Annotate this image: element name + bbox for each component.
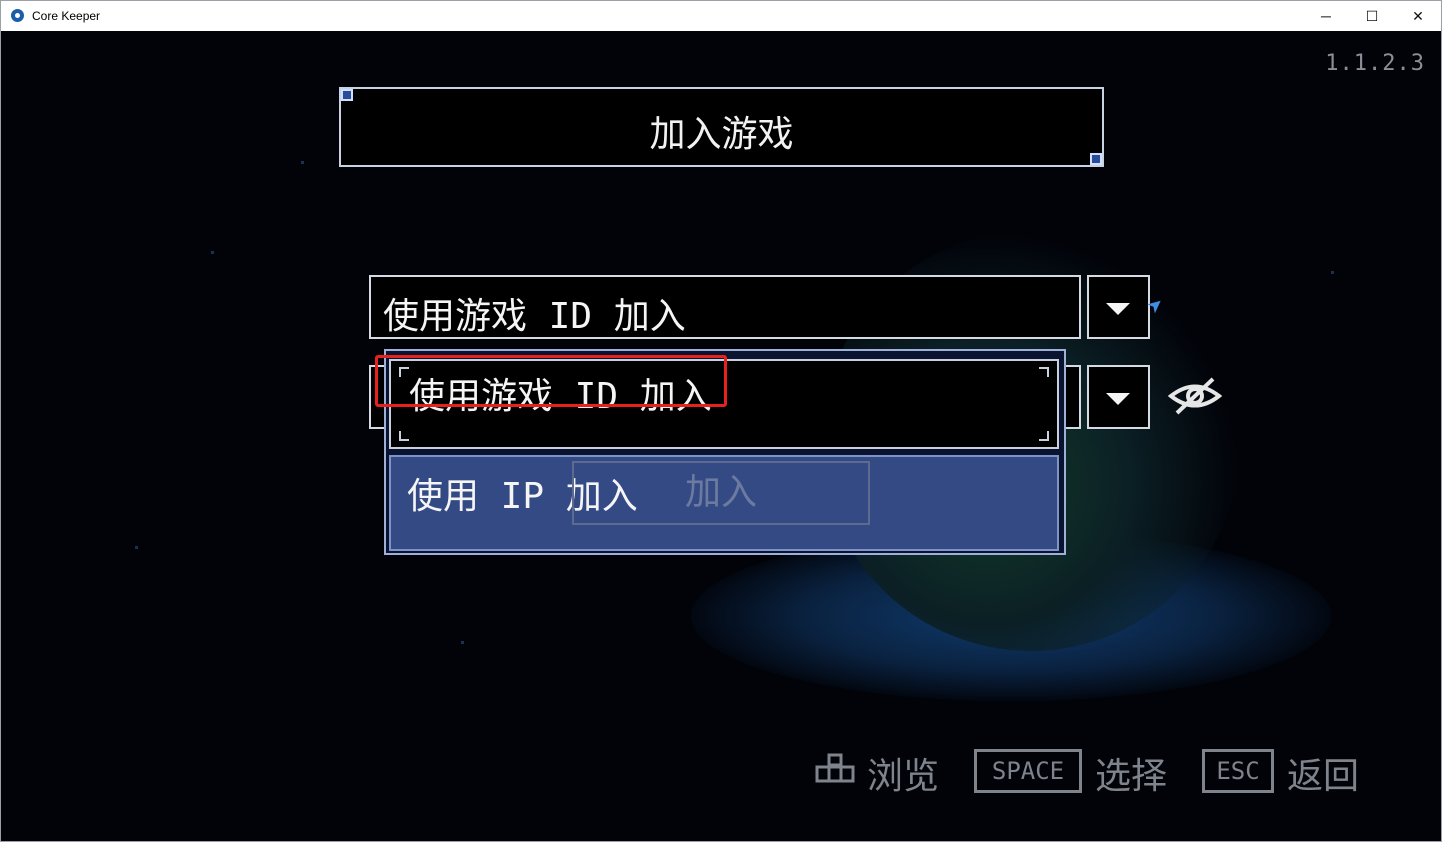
chevron-down-icon (1106, 303, 1130, 315)
background-star (135, 546, 138, 549)
game-id-history-toggle[interactable] (1087, 365, 1150, 429)
title-bar: Core Keeper ─ ☐ ✕ (1, 1, 1441, 31)
selection-bracket (399, 431, 409, 441)
background-star (1331, 271, 1334, 274)
version-label: 1.1.2.3 (1325, 51, 1425, 76)
background-star (301, 161, 304, 164)
join-method-dropdown[interactable]: 使用游戏 ID 加入 (369, 275, 1081, 339)
close-button[interactable]: ✕ (1395, 1, 1441, 31)
hint-browse-label: 浏览 (867, 756, 940, 797)
page-title: 加入游戏 (649, 114, 794, 155)
minimize-button[interactable]: ─ (1303, 1, 1349, 31)
window-title: Core Keeper (32, 9, 101, 23)
background-star (211, 251, 214, 254)
join-method-dropdown-toggle[interactable] (1087, 275, 1150, 339)
esc-key-icon: ESC (1202, 749, 1274, 793)
maximize-button[interactable]: ☐ (1349, 1, 1395, 31)
selection-bracket (1039, 367, 1049, 377)
chevron-down-icon (1106, 393, 1130, 405)
join-method-value: 使用游戏 ID 加入 (383, 296, 686, 337)
mouse-navigate-icon (815, 753, 855, 783)
background-star (461, 641, 464, 644)
app-icon (11, 9, 24, 22)
hint-select-label: 选择 (1095, 756, 1168, 797)
game-screen: 1.1.2.3 加入游戏 使用游戏 ID 加入 ➤ 使用游戏 ID 加入 使用 … (1, 31, 1441, 841)
hint-back-label[interactable]: 返回 (1287, 747, 1359, 799)
app-window: Core Keeper ─ ☐ ✕ 1.1.2.3 加入游戏 使用游戏 ID 加… (0, 0, 1442, 842)
panel-corner-ornament (341, 89, 353, 101)
selection-bracket (1039, 431, 1049, 441)
space-key-icon: SPACE (974, 749, 1082, 793)
title-panel: 加入游戏 (339, 87, 1104, 167)
join-button[interactable]: 加入 (572, 461, 870, 525)
hide-visibility-icon[interactable] (1167, 375, 1223, 417)
annotation-highlight-box (375, 355, 727, 407)
